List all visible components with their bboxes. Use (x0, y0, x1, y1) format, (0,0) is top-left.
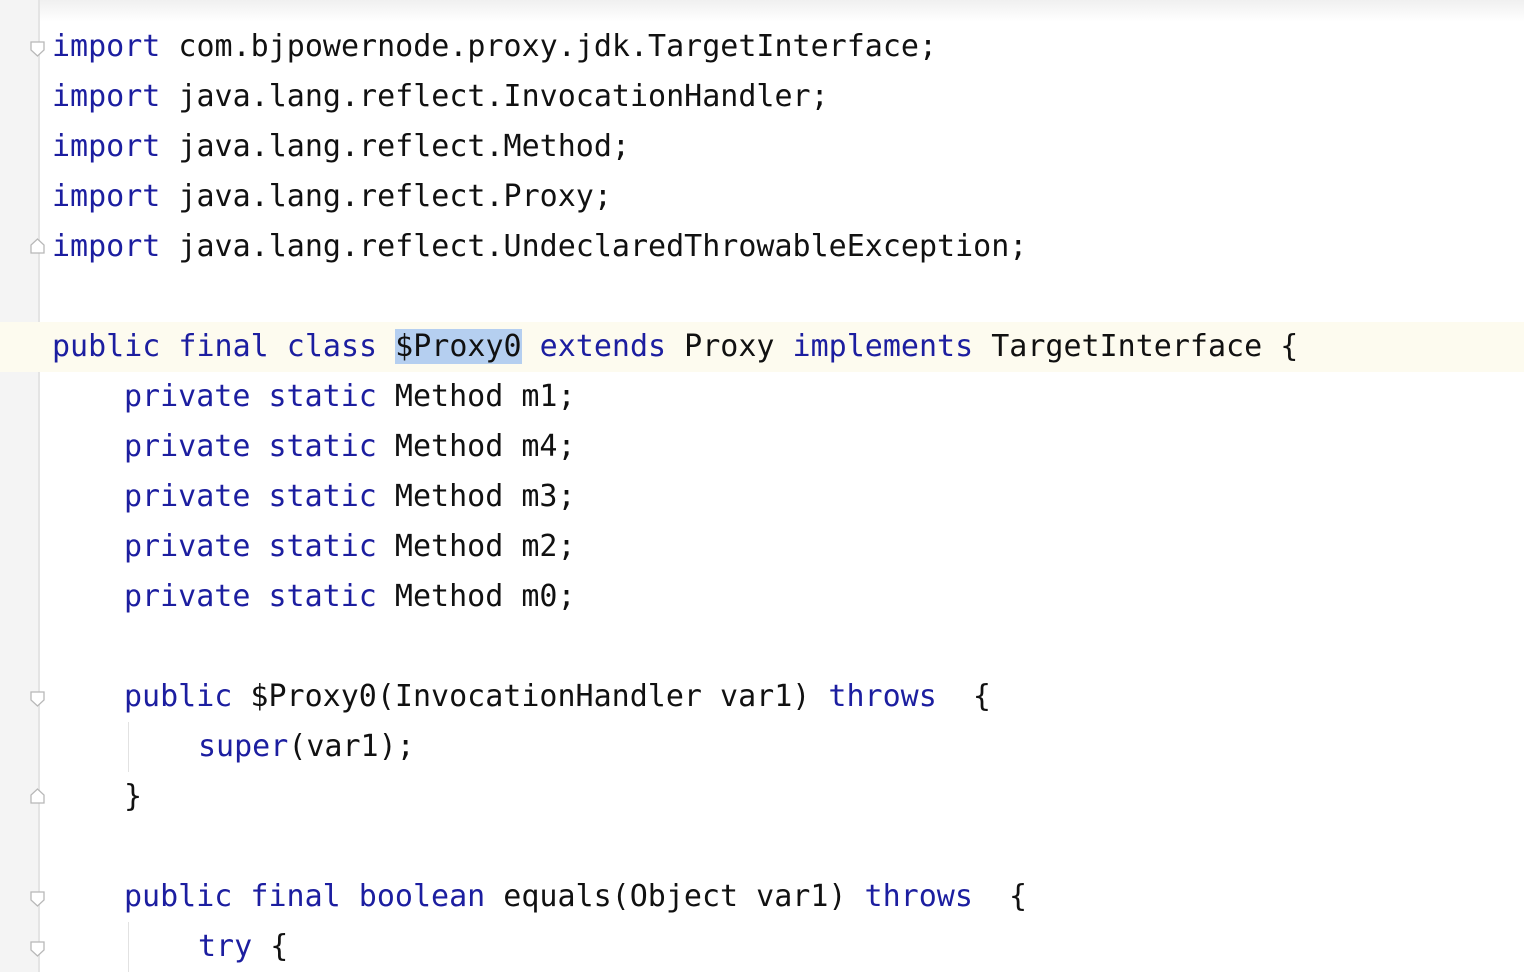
code-line-19[interactable]: try { (198, 922, 288, 972)
keyword: import (52, 129, 161, 164)
keyword: extends (539, 329, 667, 364)
code-text: Method m0; (376, 579, 576, 614)
code-text: Method m3; (376, 479, 576, 514)
keyword: private static (124, 429, 377, 464)
fold-open-icon[interactable] (29, 940, 46, 957)
code-text: com.bjpowernode.proxy.jdk.TargetInterfac… (160, 29, 938, 64)
code-text: java.lang.reflect.UndeclaredThrowableExc… (160, 229, 1028, 264)
fold-open-icon[interactable] (29, 890, 46, 907)
code-line-10[interactable]: private static Method m3; (124, 472, 576, 522)
code-text: } (124, 779, 143, 814)
code-text: equals(Object var1) (485, 879, 865, 914)
code-editor[interactable]: import com.bjpowernode.proxy.jdk.TargetI… (0, 0, 1524, 972)
indent-guide (128, 922, 129, 972)
code-line-9[interactable]: private static Method m4; (124, 422, 576, 472)
keyword: import (52, 179, 161, 214)
top-shadow (0, 0, 1524, 22)
code-line-2[interactable]: import java.lang.reflect.InvocationHandl… (52, 72, 829, 122)
keyword: throws (864, 879, 973, 914)
code-text: $Proxy0(InvocationHandler var1) (232, 679, 829, 714)
keyword: private static (124, 479, 377, 514)
code-text: { (252, 929, 289, 964)
code-text: java.lang.reflect.Method; (160, 129, 630, 164)
fold-open-icon[interactable] (29, 40, 46, 57)
keyword: public final boolean (124, 879, 486, 914)
keyword: public final class (52, 329, 378, 364)
code-text: Method m4; (376, 429, 576, 464)
code-text: Method m1; (376, 379, 576, 414)
code-line-3[interactable]: import java.lang.reflect.Method; (52, 122, 630, 172)
selected-class-name[interactable]: $Proxy0 (395, 329, 522, 364)
code-line-4[interactable]: import java.lang.reflect.Proxy; (52, 172, 612, 222)
code-line-15[interactable]: super(var1); (198, 722, 415, 772)
fold-open-icon[interactable] (29, 690, 46, 707)
code-text: Proxy (666, 329, 793, 364)
code-text: java.lang.reflect.InvocationHandler; (160, 79, 829, 114)
editor-gutter[interactable] (0, 0, 40, 972)
keyword: throws (828, 679, 937, 714)
code-line-18[interactable]: public final boolean equals(Object var1)… (124, 872, 1027, 922)
keyword: private static (124, 379, 377, 414)
keyword: import (52, 79, 161, 114)
code-text: TargetInterface { (973, 329, 1299, 364)
code-line-14[interactable]: public $Proxy0(InvocationHandler var1) t… (124, 672, 991, 722)
code-line-5[interactable]: import java.lang.reflect.UndeclaredThrow… (52, 222, 1027, 272)
indent-guide (128, 722, 129, 772)
code-line-16[interactable]: } (124, 772, 142, 822)
code-line-1[interactable]: import com.bjpowernode.proxy.jdk.TargetI… (52, 22, 937, 72)
code-line-7[interactable]: public final class $Proxy0 extends Proxy… (52, 322, 1298, 372)
keyword: implements (792, 329, 974, 364)
code-text: { (936, 679, 991, 714)
code-text: Method m2; (376, 529, 576, 564)
keyword: private static (124, 529, 377, 564)
code-text: { (972, 879, 1028, 914)
keyword: import (52, 29, 161, 64)
keyword: super (198, 729, 289, 764)
code-line-12[interactable]: private static Method m0; (124, 572, 576, 622)
keyword: public (124, 679, 233, 714)
fold-close-icon[interactable] (29, 788, 46, 805)
fold-close-icon[interactable] (29, 238, 46, 255)
keyword: try (198, 929, 253, 964)
code-text: (var1); (288, 729, 415, 764)
keyword: private static (124, 579, 377, 614)
keyword: import (52, 229, 161, 264)
code-text: java.lang.reflect.Proxy; (160, 179, 612, 214)
code-line-8[interactable]: private static Method m1; (124, 372, 576, 422)
code-line-11[interactable]: private static Method m2; (124, 522, 576, 572)
